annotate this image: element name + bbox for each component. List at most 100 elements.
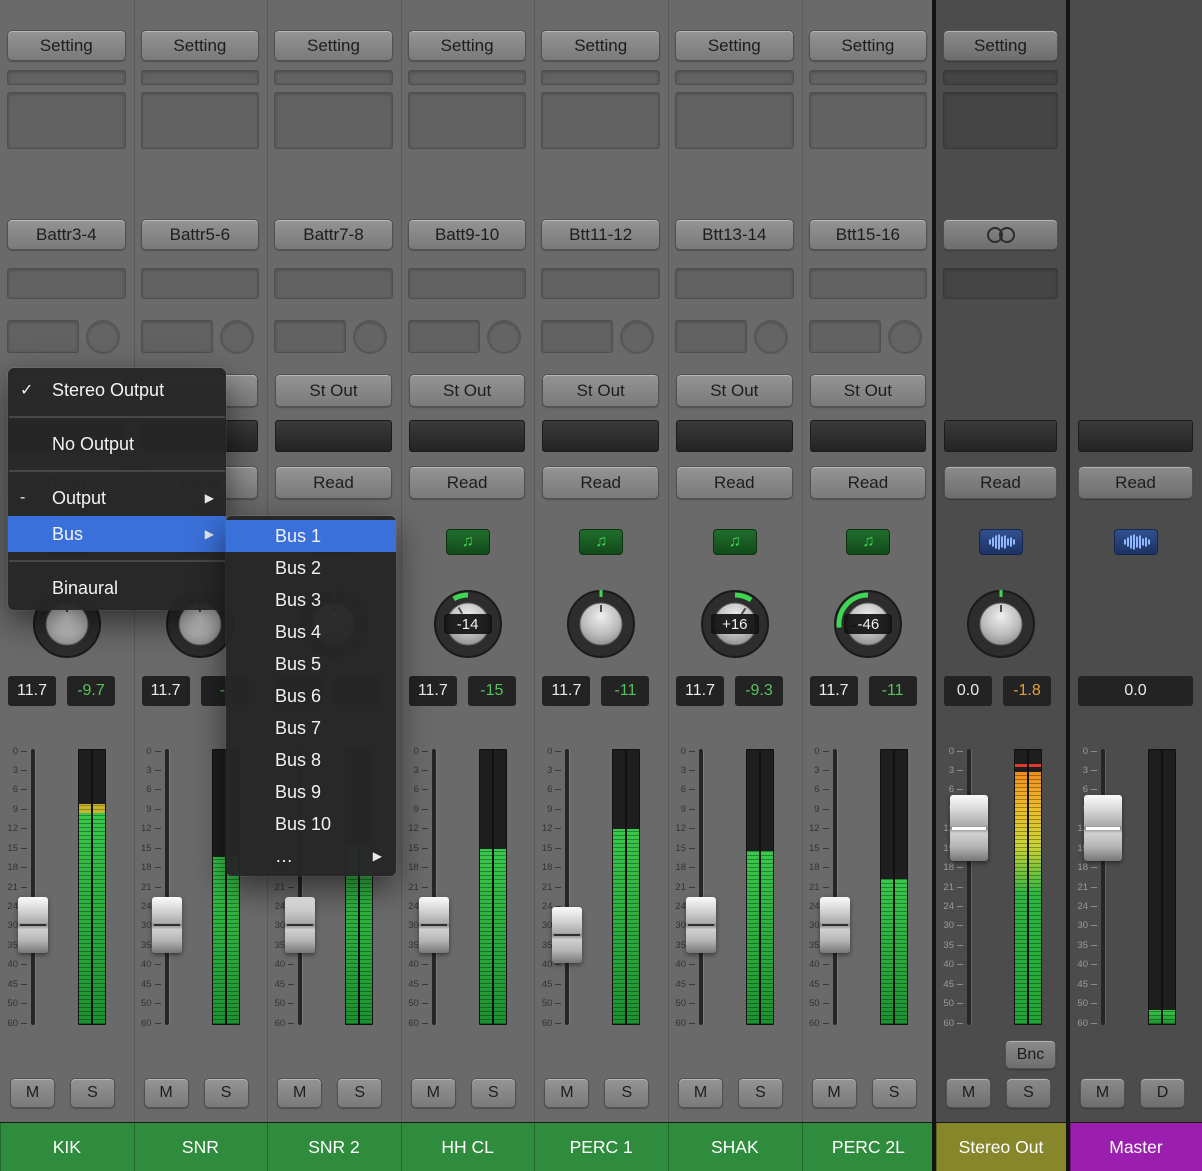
send-slot-button[interactable]: Btt11-12 (541, 219, 660, 250)
submenu-item-bus-1[interactable]: Bus 1 (226, 520, 396, 552)
mute-button[interactable]: M (144, 1078, 189, 1108)
output-routing-button[interactable]: St Out (542, 374, 659, 407)
submenu-item-bus-3[interactable]: Bus 3 (226, 584, 396, 616)
volume-fader[interactable] (18, 897, 48, 953)
settings-button[interactable]: Setting (141, 30, 260, 61)
fader-track[interactable] (565, 749, 569, 1025)
peak-level-value[interactable]: -11 (601, 676, 649, 706)
volume-fader[interactable] (820, 897, 850, 953)
peak-level-value[interactable]: -1.8 (1003, 676, 1051, 706)
send-pan-knob[interactable] (353, 320, 387, 354)
track-name-hh-cl[interactable]: HH CL (401, 1122, 535, 1171)
empty-send-slot[interactable] (408, 268, 527, 299)
mute-button[interactable]: M (1080, 1078, 1125, 1108)
output-routing-button[interactable]: St Out (810, 374, 927, 407)
peak-level-value[interactable]: -9.3 (735, 676, 783, 706)
empty-send-slot[interactable] (141, 268, 260, 299)
audio-fx-slot[interactable] (7, 92, 126, 149)
menu-item-output[interactable]: -Output▶ (8, 480, 226, 516)
settings-button[interactable]: Setting (675, 30, 794, 61)
empty-send-slot[interactable] (274, 268, 393, 299)
insert-slot-thin[interactable] (408, 70, 527, 85)
fader-track[interactable] (967, 749, 971, 1025)
send-level-slot[interactable] (7, 320, 79, 353)
group-slot[interactable] (409, 420, 526, 452)
stereo-format-button[interactable] (943, 219, 1058, 250)
track-name-master[interactable]: Master (1070, 1122, 1202, 1171)
pan-knob[interactable]: -14 (430, 586, 506, 662)
submenu-item-bus-9[interactable]: Bus 9 (226, 776, 396, 808)
volume-value[interactable]: 11.7 (142, 676, 190, 706)
send-pan-knob[interactable] (220, 320, 254, 354)
audio-fx-slot[interactable] (408, 92, 527, 149)
send-pan-knob[interactable] (86, 320, 120, 354)
volume-value[interactable]: 11.7 (409, 676, 457, 706)
pan-knob[interactable]: -46 (830, 586, 906, 662)
volume-value[interactable]: 11.7 (676, 676, 724, 706)
fader-track[interactable] (165, 749, 169, 1025)
mute-button[interactable]: M (544, 1078, 589, 1108)
settings-button[interactable]: Setting (274, 30, 393, 61)
insert-slot-thin[interactable] (7, 70, 126, 85)
output-format-badge[interactable] (1114, 529, 1158, 555)
send-slot-button[interactable]: Btt13-14 (675, 219, 794, 250)
send-slot-button[interactable]: Battr5-6 (141, 219, 260, 250)
peak-level-value[interactable]: -15 (468, 676, 516, 706)
insert-slot-thin[interactable] (274, 70, 393, 85)
output-routing-button[interactable]: St Out (409, 374, 526, 407)
track-format-badge[interactable]: ♫ (713, 529, 757, 555)
automation-mode-button[interactable]: Read (409, 466, 526, 499)
volume-fader[interactable] (950, 795, 988, 861)
automation-mode-button[interactable]: Read (275, 466, 392, 499)
volume-value[interactable]: 0.0 (944, 676, 992, 706)
group-slot[interactable] (810, 420, 927, 452)
menu-item-stereo-output[interactable]: ✓Stereo Output (8, 372, 226, 408)
track-format-badge[interactable]: ♫ (446, 529, 490, 555)
volume-fader[interactable] (152, 897, 182, 953)
volume-fader[interactable] (285, 897, 315, 953)
send-slot-button[interactable]: Battr7-8 (274, 219, 393, 250)
mute-button[interactable]: M (678, 1078, 723, 1108)
menu-item-no-output[interactable]: No Output (8, 426, 226, 462)
dim-button[interactable]: D (1140, 1078, 1185, 1108)
volume-value[interactable]: 11.7 (8, 676, 56, 706)
volume-value[interactable]: 11.7 (810, 676, 858, 706)
fader-track[interactable] (1101, 749, 1105, 1025)
fader-track[interactable] (432, 749, 436, 1025)
group-slot[interactable] (944, 420, 1057, 452)
menu-item-bus[interactable]: Bus▶ (8, 516, 226, 552)
group-slot[interactable] (676, 420, 793, 452)
output-routing-button[interactable]: St Out (676, 374, 793, 407)
insert-slot-thin[interactable] (809, 70, 928, 85)
send-level-slot[interactable] (809, 320, 881, 353)
solo-button[interactable]: S (337, 1078, 382, 1108)
group-slot[interactable] (1078, 420, 1193, 452)
send-pan-knob[interactable] (754, 320, 788, 354)
mute-button[interactable]: M (277, 1078, 322, 1108)
send-level-slot[interactable] (141, 320, 213, 353)
track-name-stereo-out[interactable]: Stereo Out (936, 1122, 1066, 1171)
submenu-item-item[interactable]: …▶ (226, 840, 396, 872)
audio-fx-slot[interactable] (274, 92, 393, 149)
submenu-item-bus-4[interactable]: Bus 4 (226, 616, 396, 648)
track-format-badge[interactable]: ♫ (579, 529, 623, 555)
fader-track[interactable] (31, 749, 35, 1025)
group-slot[interactable] (542, 420, 659, 452)
send-slot-button[interactable]: Btt15-16 (809, 219, 928, 250)
volume-value[interactable]: 0.0 (1078, 676, 1193, 706)
automation-mode-button[interactable]: Read (810, 466, 927, 499)
peak-level-value[interactable]: -9.7 (67, 676, 115, 706)
send-pan-knob[interactable] (888, 320, 922, 354)
pan-knob[interactable]: +16 (697, 586, 773, 662)
solo-button[interactable]: S (1006, 1078, 1051, 1108)
submenu-item-bus-7[interactable]: Bus 7 (226, 712, 396, 744)
mute-button[interactable]: M (812, 1078, 857, 1108)
audio-fx-slot[interactable] (675, 92, 794, 149)
submenu-item-bus-10[interactable]: Bus 10 (226, 808, 396, 840)
volume-fader[interactable] (686, 897, 716, 953)
solo-button[interactable]: S (604, 1078, 649, 1108)
mute-button[interactable]: M (946, 1078, 991, 1108)
track-name-snr-2[interactable]: SNR 2 (267, 1122, 401, 1171)
audio-fx-slot[interactable] (541, 92, 660, 149)
track-format-badge[interactable]: ♫ (846, 529, 890, 555)
